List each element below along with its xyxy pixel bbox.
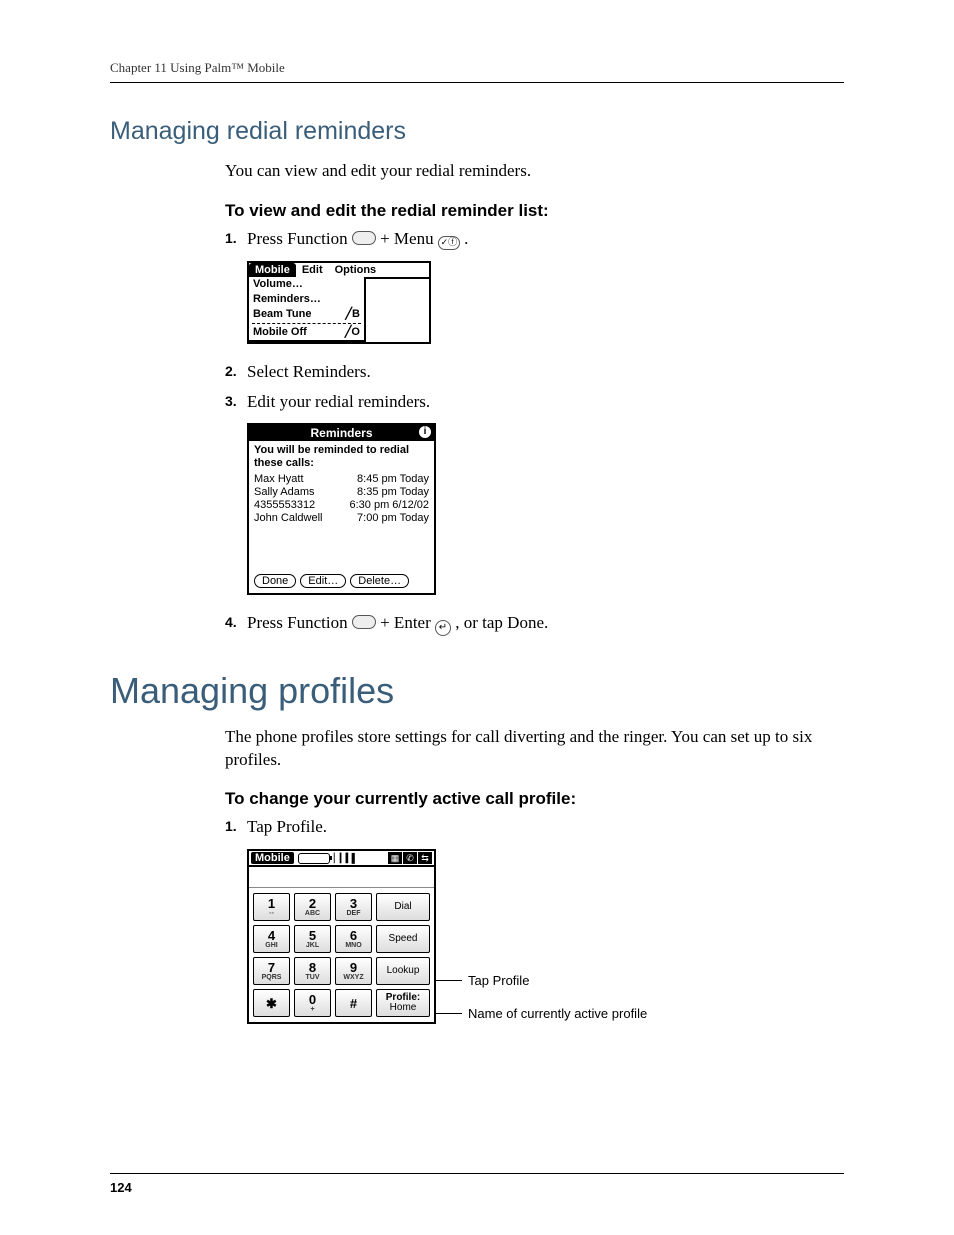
- profile-button[interactable]: Profile: Home: [376, 989, 430, 1017]
- status-icons: ▦✆⇆: [387, 852, 432, 864]
- reminder-name: 4355553312: [254, 499, 315, 512]
- reminder-time: 8:45 pm Today: [357, 473, 429, 486]
- edit-button[interactable]: Edit…: [300, 574, 346, 588]
- menu-item-beam-tune[interactable]: Beam Tune ╱B: [249, 307, 364, 322]
- menu-tab-edit[interactable]: Edit: [296, 263, 329, 277]
- phone-icon[interactable]: ✆: [403, 852, 417, 864]
- list-item[interactable]: Sally Adams 8:35 pm Today: [254, 486, 429, 499]
- key-7[interactable]: 7PQRS: [253, 957, 290, 985]
- key-1[interactable]: 1◦◦: [253, 893, 290, 921]
- menu-separator: [252, 323, 361, 324]
- done-button[interactable]: Done: [254, 574, 296, 588]
- step-2: 2. Select Reminders.: [225, 360, 844, 384]
- step-1: 1. Press Function + Menu ✓ⓕ .: [225, 227, 844, 251]
- list-item[interactable]: Max Hyatt 8:45 pm Today: [254, 473, 429, 486]
- dialog-title: Reminders: [310, 426, 372, 440]
- step-4: 4. Press Function + Enter ↵ , or tap Don…: [225, 611, 844, 636]
- dial-button[interactable]: Dial: [376, 893, 430, 921]
- step-4-text-a: Press Function: [247, 613, 352, 632]
- function-key-icon: [352, 615, 376, 629]
- menu-item-volume[interactable]: Volume…: [249, 277, 364, 292]
- menu-item-accel: ╱B: [345, 307, 360, 322]
- key-9[interactable]: 9WXYZ: [335, 957, 372, 985]
- keypad: 1◦◦ 2ABC 3DEF 4GHI 5JKL 6MNO 7PQRS 8TUV …: [249, 888, 376, 1022]
- key-5[interactable]: 5JKL: [294, 925, 331, 953]
- key-0[interactable]: 0+: [294, 989, 331, 1017]
- callout-tap-profile: Tap Profile: [436, 973, 647, 988]
- reminder-time: 7:00 pm Today: [357, 512, 429, 525]
- step-2-text: Select Reminders.: [247, 360, 844, 384]
- step-1-text-b: + Menu: [380, 229, 438, 248]
- reminder-name: John Caldwell: [254, 512, 322, 525]
- signal-icon: ▏▎▍▌: [334, 853, 357, 864]
- reminder-time: 6:30 pm 6/12/02: [349, 499, 429, 512]
- procedure-title: To view and edit the redial reminder lis…: [225, 201, 844, 221]
- key-6[interactable]: 6MNO: [335, 925, 372, 953]
- lookup-button[interactable]: Lookup: [376, 957, 430, 985]
- grid-icon[interactable]: ▦: [388, 852, 402, 864]
- step-4-text-c: , or tap Done.: [455, 613, 548, 632]
- delete-button[interactable]: Delete…: [350, 574, 409, 588]
- step-1-text-c: .: [464, 229, 468, 248]
- list-item[interactable]: John Caldwell 7:00 pm Today: [254, 512, 429, 525]
- menu-item-reminders[interactable]: Reminders…: [249, 292, 364, 307]
- intro-paragraph: You can view and edit your redial remind…: [225, 160, 844, 183]
- reminder-time: 8:35 pm Today: [357, 486, 429, 499]
- menu-item-mobile-off[interactable]: Mobile Off ╱O: [249, 325, 364, 340]
- menu-item-label: Volume…: [253, 277, 303, 292]
- number-display: [249, 867, 434, 888]
- list-item[interactable]: 4355553312 6:30 pm 6/12/02: [254, 499, 429, 512]
- running-head: Chapter 11 Using Palm™ Mobile: [110, 60, 844, 83]
- heading-managing-profiles: Managing profiles: [110, 670, 844, 712]
- step-4-text-b: + Enter: [380, 613, 435, 632]
- speed-button[interactable]: Speed: [376, 925, 430, 953]
- dialog-message: You will be reminded to redial these cal…: [249, 441, 434, 471]
- key-2[interactable]: 2ABC: [294, 893, 331, 921]
- battery-icon: [298, 853, 330, 864]
- app-brand: Mobile: [251, 852, 294, 864]
- enter-key-icon: ↵: [435, 620, 451, 636]
- figure-mobile-app: Mobile ▏▎▍▌ ▦✆⇆ 1◦◦ 2ABC 3DEF 4GHI 5: [247, 849, 844, 1039]
- menu-key-icon: ✓ⓕ: [438, 236, 460, 250]
- key-3[interactable]: 3DEF: [335, 893, 372, 921]
- key-4[interactable]: 4GHI: [253, 925, 290, 953]
- callout-active-profile-name: Name of currently active profile: [436, 1006, 647, 1021]
- sync-icon[interactable]: ⇆: [418, 852, 432, 864]
- reminder-name: Max Hyatt: [254, 473, 304, 486]
- menu-item-label: Mobile Off: [253, 325, 307, 340]
- key-hash[interactable]: #: [335, 989, 372, 1017]
- heading-managing-redial-reminders: Managing redial reminders: [110, 117, 844, 146]
- page-number: 124: [110, 1173, 844, 1195]
- profiles-intro: The phone profiles store settings for ca…: [225, 726, 844, 772]
- menu-item-label: Reminders…: [253, 292, 321, 307]
- reminder-name: Sally Adams: [254, 486, 315, 499]
- menu-tab-mobile[interactable]: Mobile: [249, 263, 296, 277]
- profile-value: Home: [390, 1003, 417, 1014]
- dialog-titlebar: Reminders i: [249, 425, 434, 441]
- menu-item-accel: ╱O: [345, 325, 360, 340]
- profiles-step-1: 1. Tap Profile.: [225, 815, 844, 839]
- profiles-step-1-text: Tap Profile.: [247, 815, 844, 839]
- info-icon[interactable]: i: [419, 426, 431, 438]
- figure-reminders-dialog: Reminders i You will be reminded to redi…: [247, 423, 844, 594]
- function-key-icon: [352, 231, 376, 245]
- reminders-list: Max Hyatt 8:45 pm Today Sally Adams 8:35 p…: [249, 472, 434, 570]
- menu-item-label: Beam Tune: [253, 307, 311, 322]
- key-star[interactable]: ✱: [253, 989, 290, 1017]
- procedure-title-profiles: To change your currently active call pro…: [225, 789, 844, 809]
- key-8[interactable]: 8TUV: [294, 957, 331, 985]
- step-3: 3. Edit your redial reminders.: [225, 390, 844, 414]
- figure-mobile-menu: Mobile Edit Options Volume… Reminders… B…: [247, 261, 844, 344]
- step-1-text-a: Press Function: [247, 229, 352, 248]
- step-3-text: Edit your redial reminders.: [247, 390, 844, 414]
- menu-tab-options[interactable]: Options: [329, 263, 383, 277]
